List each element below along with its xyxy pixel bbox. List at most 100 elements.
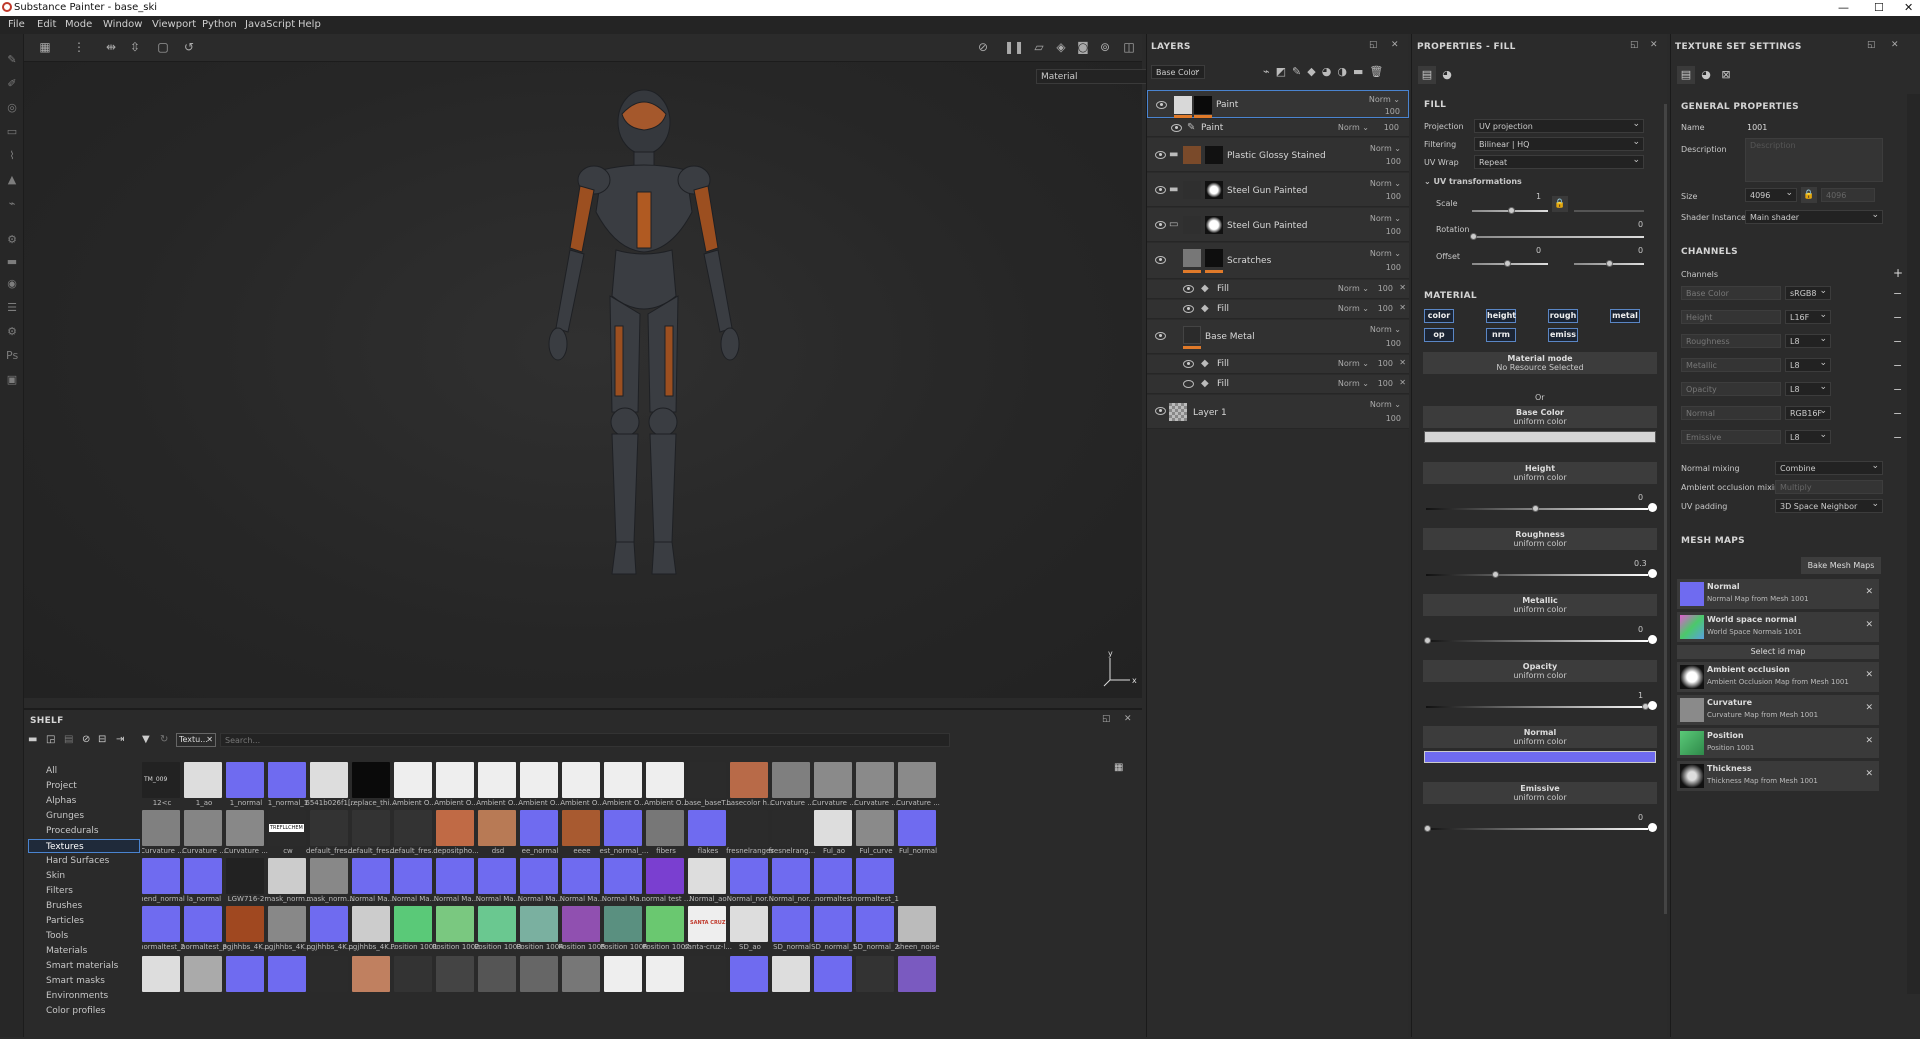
camera-icon[interactable]: ◙ bbox=[1076, 40, 1090, 54]
mesh-map-ambient-occlusion[interactable]: Ambient occlusion Ambient Occlusion Map f… bbox=[1677, 662, 1879, 692]
material-mode-slot[interactable]: Material mode No Resource Selected bbox=[1423, 352, 1657, 374]
remove-icon[interactable]: ✕ bbox=[1399, 283, 1406, 292]
roughness-picker-icon[interactable] bbox=[1648, 569, 1657, 578]
asset-thumbnail[interactable] bbox=[814, 906, 852, 942]
material-icon[interactable]: ◕ bbox=[1438, 66, 1456, 84]
layers-close-icon[interactable]: ✕ bbox=[1391, 40, 1399, 50]
channel-select[interactable]: Base Color bbox=[1151, 65, 1205, 79]
mesh-map-normal[interactable]: Normal Normal Map from Mesh 1001 ✕ bbox=[1677, 579, 1879, 609]
mask-icon[interactable]: ◩ bbox=[1276, 65, 1292, 78]
asset-thumbnail[interactable] bbox=[352, 810, 390, 846]
asset-thumbnail[interactable] bbox=[772, 956, 810, 992]
smp-icon[interactable]: ▬ bbox=[6, 256, 18, 268]
asset-thumbnail[interactable] bbox=[478, 810, 516, 846]
asset-thumbnail[interactable] bbox=[226, 956, 264, 992]
visibility-icon[interactable] bbox=[1183, 305, 1194, 313]
lock-icon[interactable]: 🔒 bbox=[1552, 196, 1568, 212]
python-icon[interactable]: Ps bbox=[6, 350, 18, 362]
asset-thumbnail[interactable] bbox=[436, 762, 474, 798]
render-icon[interactable]: ◫ bbox=[1122, 40, 1136, 54]
asset-thumbnail[interactable] bbox=[562, 810, 600, 846]
opacity-value[interactable]: 100 bbox=[1385, 107, 1400, 116]
effects-icon[interactable]: ⌁ bbox=[1263, 65, 1276, 78]
channel-rough-button[interactable]: rough bbox=[1548, 309, 1578, 323]
asset-thumbnail[interactable] bbox=[394, 956, 432, 992]
asset-thumbnail[interactable] bbox=[646, 762, 684, 798]
smudge-icon[interactable]: ⌇ bbox=[6, 150, 18, 162]
asset-thumbnail[interactable] bbox=[772, 858, 810, 894]
asset-thumbnail[interactable] bbox=[436, 906, 474, 942]
export-icon[interactable]: ⇥ bbox=[116, 734, 124, 745]
asset-thumbnail[interactable] bbox=[226, 810, 264, 846]
asset-thumbnail[interactable] bbox=[394, 906, 432, 942]
asset-thumbnail[interactable] bbox=[520, 956, 558, 992]
remove-channel-icon[interactable]: − bbox=[1893, 335, 1902, 348]
metallic-slider[interactable] bbox=[1426, 640, 1648, 642]
smart-material-icon[interactable]: ◕ bbox=[1322, 65, 1338, 78]
layer-row[interactable]: ◆ Fill Norm ⌄ 100 ✕ bbox=[1147, 355, 1409, 374]
visibility-icon[interactable] bbox=[1155, 221, 1166, 229]
remove-channel-icon[interactable]: − bbox=[1893, 383, 1902, 396]
base-color-swatch[interactable] bbox=[1424, 431, 1656, 443]
asset-thumbnail[interactable] bbox=[856, 762, 894, 798]
blend-mode-select[interactable]: Norm ⌄ bbox=[1338, 379, 1369, 388]
shader-select[interactable]: Main shader bbox=[1745, 210, 1883, 224]
opacity-value[interactable]: 100 bbox=[1378, 304, 1393, 313]
asset-thumbnail[interactable] bbox=[436, 858, 474, 894]
blend-mode-select[interactable]: Norm ⌄ bbox=[1370, 144, 1401, 153]
asset-thumbnail[interactable] bbox=[268, 906, 306, 942]
asset-thumbnail[interactable] bbox=[562, 762, 600, 798]
channel-format-select[interactable]: sRGB8 bbox=[1785, 286, 1831, 300]
asset-thumbnail[interactable] bbox=[856, 858, 894, 894]
pause-icon[interactable]: ❚❚ bbox=[1004, 40, 1024, 54]
blend-mode-select[interactable]: Norm ⌄ bbox=[1370, 179, 1401, 188]
scale-knob[interactable] bbox=[1508, 207, 1515, 214]
asset-thumbnail[interactable] bbox=[310, 956, 348, 992]
asset-thumbnail[interactable] bbox=[352, 858, 390, 894]
hide-icon[interactable]: ⊘ bbox=[976, 40, 990, 54]
opacity-picker-icon[interactable] bbox=[1648, 701, 1657, 710]
remove-channel-icon[interactable]: − bbox=[1893, 311, 1902, 324]
dotted-grid-icon[interactable]: ⋮ bbox=[72, 40, 86, 54]
blend-mode-select[interactable]: Norm ⌄ bbox=[1370, 400, 1401, 409]
asset-thumbnail[interactable] bbox=[562, 858, 600, 894]
metallic-slot[interactable]: Metallic uniform color bbox=[1423, 594, 1657, 616]
channel-op-button[interactable]: op bbox=[1424, 328, 1454, 342]
opacity-value[interactable]: 100 bbox=[1386, 227, 1401, 236]
emissive-knob[interactable] bbox=[1424, 825, 1431, 832]
scale-slider-2[interactable] bbox=[1574, 210, 1644, 212]
visibility-icon[interactable] bbox=[1156, 101, 1167, 109]
channel-format-select[interactable]: L8 bbox=[1785, 334, 1831, 348]
size-lock-icon[interactable]: 🔒 bbox=[1801, 187, 1817, 203]
channel-color-button[interactable]: color bbox=[1424, 309, 1454, 323]
folder-icon[interactable]: ▬ bbox=[28, 734, 37, 745]
asset-thumbnail[interactable] bbox=[646, 956, 684, 992]
asset-thumbnail[interactable] bbox=[688, 762, 726, 798]
3d-viewport[interactable]: Material⌄ bbox=[24, 62, 1160, 698]
close-button[interactable]: ✕ bbox=[1904, 1, 1913, 14]
delete-icon[interactable]: 🗑 bbox=[1369, 65, 1389, 78]
asset-thumbnail[interactable] bbox=[142, 858, 180, 894]
group-icon[interactable]: ▬ bbox=[1353, 65, 1369, 78]
remove-map-icon[interactable]: ✕ bbox=[1865, 620, 1873, 630]
asset-thumbnail[interactable] bbox=[268, 858, 306, 894]
tss-float-icon[interactable]: ◱ bbox=[1867, 40, 1876, 50]
symmetry-icon[interactable]: ⇹ bbox=[104, 40, 118, 54]
offset-knob-1[interactable] bbox=[1504, 260, 1511, 267]
clone-stamp-icon[interactable]: ▲ bbox=[6, 174, 18, 186]
asset-thumbnail[interactable] bbox=[142, 906, 180, 942]
asset-thumbnail[interactable] bbox=[814, 762, 852, 798]
remove-map-icon[interactable]: ✕ bbox=[1865, 703, 1873, 713]
fill-settings-icon[interactable]: ▤ bbox=[1418, 66, 1436, 84]
asset-thumbnail[interactable] bbox=[520, 858, 558, 894]
asset-thumbnail[interactable] bbox=[772, 906, 810, 942]
opacity-value[interactable]: 100 bbox=[1386, 339, 1401, 348]
height-picker-icon[interactable] bbox=[1648, 503, 1657, 512]
asset-thumbnail[interactable] bbox=[688, 858, 726, 894]
visibility-icon[interactable] bbox=[1155, 332, 1166, 340]
asset-thumbnail[interactable] bbox=[898, 810, 936, 846]
channel-format-select[interactable]: RGB16F bbox=[1785, 406, 1831, 420]
bake-icon[interactable]: ◉ bbox=[6, 278, 18, 290]
properties-close-icon[interactable]: ✕ bbox=[1650, 40, 1658, 50]
align-icon[interactable]: ⇳ bbox=[128, 40, 142, 54]
